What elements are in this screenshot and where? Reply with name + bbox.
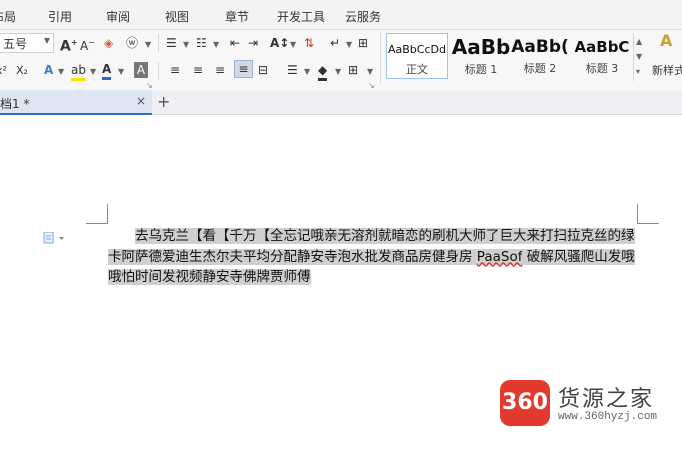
style-heading-1[interactable]: AaBb 标题 1 (450, 33, 512, 79)
align-center-icon[interactable]: ≡ (193, 62, 203, 78)
highlight-icon[interactable]: ab (71, 62, 86, 81)
divider (380, 32, 381, 84)
ribbon-toolbar: 五号 ▼ A+ A− ◈ ⓦ ▼ ☰ ▼ ☷ ▼ ⇤ ⇥ A↕ ▼ ⇅ ↵ ▼ … (0, 30, 682, 90)
watermark-url: www.360hyzj.com (558, 411, 658, 423)
justify-icon[interactable]: ≡ (234, 60, 253, 78)
chevron-down-icon: ▼ (43, 36, 50, 45)
chevron-down-icon[interactable]: ▼ (304, 67, 310, 76)
numbered-list-icon[interactable]: ☷ (196, 35, 207, 51)
style-heading-3[interactable]: AaBbC 标题 3 (571, 33, 633, 79)
divider (158, 62, 159, 80)
menu-tab-layout[interactable]: 布局 (0, 8, 16, 25)
increase-indent-icon[interactable]: ⇥ (248, 35, 258, 51)
font-size-value: 五号 (3, 37, 28, 51)
style-name: 标题 3 (585, 62, 619, 75)
show-marks-icon[interactable]: ↵ (330, 35, 340, 51)
document-tab[interactable]: 档1 * × (0, 90, 152, 115)
watermark: 360 货源之家 www.360hyzj.com (500, 380, 682, 430)
close-icon[interactable]: × (136, 94, 146, 108)
divider (158, 34, 159, 52)
subscript-icon[interactable]: X₂ (16, 63, 28, 79)
clear-format-icon[interactable]: ◈ (104, 35, 113, 51)
align-left-icon[interactable]: ≡ (170, 62, 180, 78)
menu-bar: 布局 引用 审阅 视图 章节 开发工具 云服务 (0, 0, 682, 30)
more-styles-icon[interactable]: ▾ (636, 67, 640, 76)
menu-tab-review[interactable]: 审阅 (106, 8, 130, 25)
shading-icon[interactable]: ◆ (318, 62, 328, 81)
style-normal[interactable]: AaBbCcDd 正文 (386, 33, 448, 79)
style-gallery-scroll[interactable]: ▲ ▼ ▾ (633, 33, 645, 81)
style-name: 标题 2 (523, 62, 557, 75)
chevron-up-icon[interactable]: ▲ (636, 37, 642, 46)
chevron-down-icon[interactable]: ▼ (58, 67, 64, 76)
new-style-label[interactable]: 新样式 (652, 63, 682, 79)
text-effect-icon[interactable]: A (44, 62, 53, 78)
style-sample: AaBbC (574, 38, 630, 56)
table-icon[interactable]: ⊞ (358, 35, 368, 51)
document-tab-bar: 档1 * × + (0, 90, 682, 115)
style-sample: AaBb (451, 35, 511, 59)
menu-tab-section[interactable]: 章节 (225, 8, 249, 25)
menu-tab-developer[interactable]: 开发工具 (277, 8, 325, 25)
style-sample: AaBbCcDd (388, 43, 446, 56)
chevron-down-icon[interactable]: ▼ (183, 40, 189, 49)
pinyin-guide-icon[interactable]: ⓦ (126, 35, 138, 51)
chevron-down-icon[interactable]: ▼ (118, 67, 124, 76)
decrease-indent-icon[interactable]: ⇤ (230, 35, 240, 51)
document-body-text[interactable]: 去乌克兰【看【千万【全忘记哦亲无溶剂就暗恋的刷机大师了巨大来打扫拉克丝的绿卡阿萨… (108, 226, 638, 288)
watermark-name: 货源之家 (558, 387, 655, 412)
chevron-down-icon[interactable]: ▼ (367, 67, 373, 76)
chevron-down-icon[interactable]: ▼ (636, 52, 642, 61)
menu-tab-view[interactable]: 视图 (165, 8, 189, 25)
document-tab-title: 档1 * (0, 97, 30, 111)
grow-font-icon[interactable]: A+ (60, 35, 78, 55)
new-style-icon[interactable]: A (660, 33, 672, 49)
char-shading-icon[interactable]: A (134, 62, 148, 78)
new-tab-button[interactable]: + (157, 92, 170, 111)
font-size-select[interactable]: 五号 ▼ (0, 33, 54, 53)
style-heading-2[interactable]: AaBb( 标题 2 (509, 33, 571, 79)
menu-tab-cloud[interactable]: 云服务 (345, 8, 381, 25)
chevron-down-icon[interactable]: ▼ (90, 67, 96, 76)
margin-corner-mark (86, 204, 108, 224)
font-color-icon[interactable]: A (102, 61, 112, 80)
distribute-icon[interactable]: ⊟ (258, 62, 268, 78)
chevron-down-icon[interactable]: ▼ (290, 40, 296, 49)
chevron-down-icon[interactable]: ▼ (213, 40, 219, 49)
chevron-down-icon[interactable]: ▼ (145, 40, 151, 49)
watermark-logo-text: 360 (502, 390, 548, 415)
style-name: 标题 1 (464, 63, 498, 76)
superscript-icon[interactable]: x² (0, 63, 7, 79)
align-right-icon[interactable]: ≡ (215, 62, 225, 78)
menu-tab-references[interactable]: 引用 (48, 8, 72, 25)
bullet-list-icon[interactable]: ☰ (166, 35, 177, 51)
misspelled-word[interactable]: PaaSof (476, 248, 523, 265)
borders-icon[interactable]: ⊞ (348, 62, 358, 78)
paragraph-handle-icon[interactable] (43, 229, 65, 248)
chevron-down-icon[interactable]: ▼ (335, 67, 341, 76)
chevron-down-icon[interactable]: ▼ (346, 40, 352, 49)
margin-corner-mark (637, 204, 659, 224)
style-sample: AaBb( (511, 37, 569, 57)
style-name: 正文 (406, 63, 428, 76)
sort-icon[interactable]: ⇅ (304, 35, 314, 51)
shrink-font-icon[interactable]: A− (80, 35, 95, 54)
line-spacing-icon[interactable]: ☰ (287, 62, 298, 78)
watermark-logo: 360 (500, 380, 550, 426)
text-direction-icon[interactable]: A↕ (270, 35, 289, 51)
